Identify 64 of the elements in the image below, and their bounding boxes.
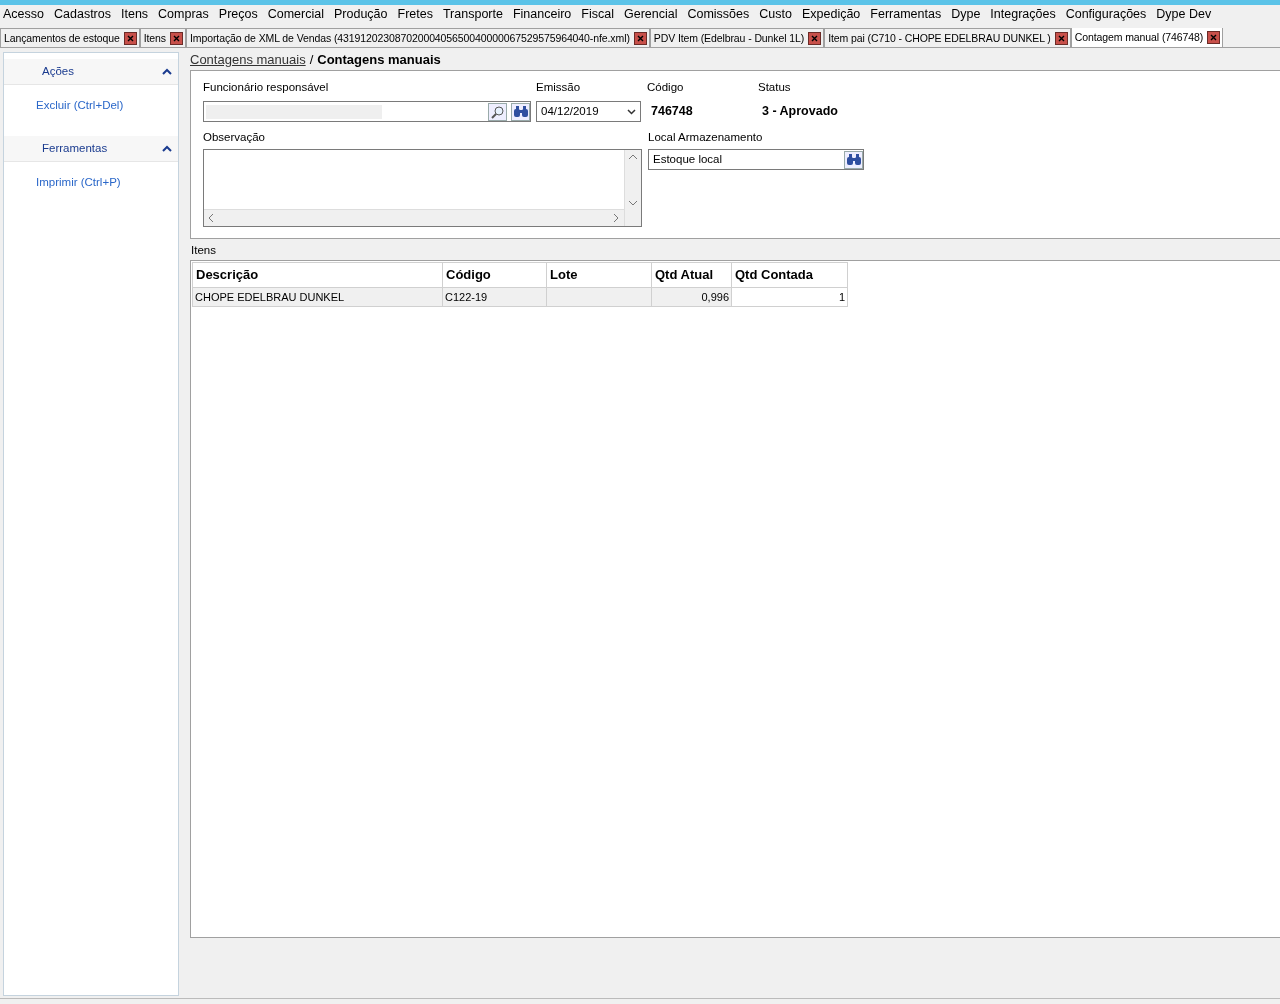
tab[interactable]: Importação de XML de Vendas (43191202308702000405650040000067529575964040-nfe.xml)	[186, 28, 650, 47]
menu-item[interactable]: Fiscal	[578, 5, 621, 23]
column-header[interactable]: Código	[442, 262, 547, 287]
close-icon[interactable]	[808, 31, 822, 45]
close-icon[interactable]	[1054, 31, 1068, 45]
tab[interactable]: Item pai (C710 - CHOPE EDELBRAU DUNKEL )	[824, 28, 1071, 47]
menu-item[interactable]: Itens	[118, 5, 156, 23]
caret-up-icon[interactable]	[162, 68, 172, 75]
menu-item[interactable]: Integrações	[987, 5, 1063, 23]
sidebar-link[interactable]: Excluir (Ctrl+Del)	[4, 85, 178, 131]
menu-item[interactable]: Expedição	[798, 5, 868, 23]
storage-field[interactable]: Estoque local	[648, 149, 864, 170]
menu-item[interactable]: Acesso	[0, 5, 51, 23]
search-icon[interactable]	[488, 102, 507, 121]
menu-item[interactable]: Dype	[948, 5, 988, 23]
tab[interactable]: PDV Item (Edelbrau - Dunkel 1L)	[649, 28, 825, 47]
close-icon[interactable]	[633, 31, 647, 45]
tab[interactable]: Contagem manual (746748)	[1070, 28, 1224, 47]
sidebar-link[interactable]: Imprimir (Ctrl+P)	[4, 162, 178, 208]
field-label: Emissão	[536, 80, 582, 95]
column-header[interactable]: Qtd Contada	[731, 262, 848, 287]
menu-item[interactable]: Ferramentas	[867, 5, 949, 23]
code-value: 746748	[650, 103, 694, 120]
field-label: Status	[758, 80, 792, 95]
menu-item[interactable]: Financeiro	[509, 5, 579, 23]
column-header[interactable]: Qtd Atual	[651, 262, 732, 287]
field-label: Local Armazenamento	[648, 130, 764, 145]
field-label: Código	[647, 80, 685, 95]
field-label: Funcionário responsável	[203, 80, 330, 95]
close-icon[interactable]	[1207, 30, 1221, 44]
employee-field[interactable]	[203, 101, 531, 122]
table-cell: CHOPE EDELBRAU DUNKEL	[192, 287, 443, 307]
close-icon[interactable]	[123, 31, 137, 45]
breadcrumb-separator: /	[309, 51, 314, 69]
breadcrumb-link[interactable]: Contagens manuais	[190, 50, 306, 70]
section-title: Ações	[42, 63, 74, 79]
chevron-down-icon	[627, 108, 636, 115]
breadcrumb-current: Contagens manuais	[317, 51, 441, 69]
menu-item[interactable]: Configurações	[1062, 5, 1154, 23]
menu-item[interactable]: Produção	[331, 5, 395, 23]
column-header[interactable]: Lote	[546, 262, 652, 287]
date-dropdown[interactable]: 04/12/2019	[536, 101, 641, 122]
menu-item[interactable]: Dype Dev	[1153, 5, 1219, 23]
menu-item[interactable]: Custo	[756, 5, 799, 23]
tab[interactable]: Itens	[139, 28, 186, 47]
menu-item[interactable]: Cadastros	[51, 5, 118, 23]
menu-item[interactable]: Fretes	[394, 5, 440, 23]
binoculars-icon[interactable]	[844, 150, 863, 169]
tab[interactable]: Lançamentos de estoque	[0, 28, 140, 47]
caret-up-icon[interactable]	[162, 145, 172, 153]
field-label: Observação	[203, 130, 266, 145]
notes-textarea[interactable]	[203, 149, 642, 227]
binoculars-icon[interactable]	[511, 102, 530, 121]
menu-item[interactable]: Transporte	[439, 5, 510, 23]
close-icon[interactable]	[170, 31, 183, 45]
column-header[interactable]: Descrição	[192, 262, 443, 287]
menu-item[interactable]: Compras	[155, 5, 216, 23]
section-label: Itens	[190, 243, 217, 258]
menu-item[interactable]: Gerencial	[620, 5, 685, 23]
menu-item[interactable]: Preços	[215, 5, 265, 23]
menu-item[interactable]: Comercial	[264, 5, 331, 23]
menu-item[interactable]: Comissões	[684, 5, 757, 23]
section-title: Ferramentas	[42, 141, 108, 157]
status-value: 3 - Aprovado	[761, 103, 838, 120]
